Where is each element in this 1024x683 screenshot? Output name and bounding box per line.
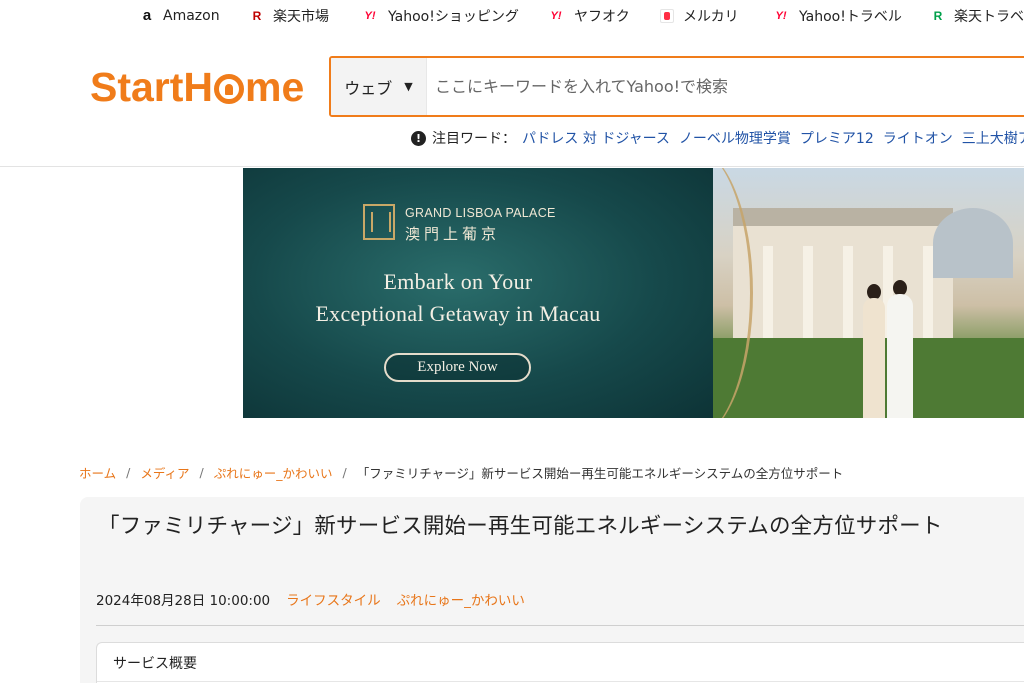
- trending-word[interactable]: ライトオン: [883, 128, 953, 148]
- banner-ad[interactable]: GRAND LISBOA PALACE 澳門上葡京 Embark on Your…: [243, 168, 1024, 418]
- shortcut-label: Amazon: [163, 8, 220, 24]
- article-divider: [96, 625, 1024, 626]
- shortcut-rakuten-travel[interactable]: R 楽天トラベル: [931, 6, 1024, 26]
- keyhole-icon: [214, 74, 245, 104]
- ad-gold-arc: [633, 168, 753, 418]
- header-divider: [0, 166, 1024, 167]
- search-input[interactable]: [427, 58, 1024, 115]
- shortcut-yahuoku[interactable]: Y! ヤフオク: [547, 6, 630, 26]
- breadcrumb-author[interactable]: ぷれにゅー_かわいい: [214, 463, 333, 482]
- logo-text-start: StartH: [90, 64, 214, 110]
- breadcrumb-current: 「ファミリチャージ」新サービス開始ー再生可能エネルギーシステムの全方位サポート: [356, 465, 844, 481]
- starthome-logo[interactable]: StartH me: [90, 64, 304, 110]
- shortcut-label: Yahoo!トラベル: [799, 9, 902, 25]
- mercari-icon: [660, 9, 674, 23]
- search-scope-select[interactable]: ウェブ ▼: [331, 58, 427, 115]
- ad-dome-image: [933, 208, 1013, 278]
- grand-lisboa-logo-icon: [363, 204, 395, 240]
- breadcrumb-separator: /: [126, 464, 131, 480]
- breadcrumb-media[interactable]: メディア: [140, 463, 189, 482]
- shortcut-amazon[interactable]: a Amazon: [140, 6, 220, 26]
- search-box: ウェブ ▼: [329, 56, 1024, 117]
- article-author-link[interactable]: ぷれにゅー_かわいい: [397, 589, 525, 609]
- ad-brand-name: GRAND LISBOA PALACE: [405, 206, 556, 220]
- shortcut-label: 楽天トラベル: [954, 9, 1024, 25]
- article-card: 「ファミリチャージ」新サービス開始ー再生可能エネルギーシステムの全方位サポート …: [80, 497, 1024, 683]
- rakuten-travel-icon: R: [933, 9, 943, 23]
- trending-word[interactable]: プレミア12: [800, 128, 874, 148]
- article-title: 「ファミリチャージ」新サービス開始ー再生可能エネルギーシステムの全方位サポート: [98, 514, 943, 539]
- yahoo-icon: Y!: [364, 10, 376, 22]
- shortcut-label: Yahoo!ショッピング: [388, 9, 519, 25]
- amazon-icon: a: [142, 7, 152, 24]
- chevron-down-icon: ▼: [404, 80, 413, 93]
- trending-word[interactable]: 三上大樹アナ: [962, 128, 1024, 148]
- breadcrumb-home[interactable]: ホーム: [79, 463, 116, 482]
- shortcut-bar: a Amazon R 楽天市場 Y! Yahoo!ショッピング Y! ヤフオク …: [0, 0, 1024, 34]
- breadcrumb: ホーム / メディア / ぷれにゅー_かわいい / 「ファミリチャージ」新サービ…: [79, 462, 843, 482]
- search-scope-label: ウェブ: [344, 78, 393, 98]
- toc-divider: [97, 681, 1024, 682]
- trending-label: 注目ワード：: [432, 131, 516, 147]
- ad-palace-image: [733, 208, 953, 356]
- article-date: 2024年08月28日 10:00:00: [96, 593, 271, 609]
- ad-explore-button[interactable]: Explore Now: [384, 353, 531, 382]
- ad-couple-image: [863, 280, 918, 418]
- trending-word[interactable]: パドレス 対 ドジャース: [522, 128, 670, 148]
- yahoo-icon: Y!: [775, 10, 787, 22]
- trending-word[interactable]: ノーベル物理学賞: [679, 128, 791, 148]
- article-category-link[interactable]: ライフスタイル: [286, 589, 381, 609]
- rakuten-icon: R: [252, 9, 262, 23]
- toc-title: サービス概要: [113, 656, 197, 672]
- shortcut-mercari[interactable]: メルカリ: [660, 6, 739, 26]
- shortcut-label: メルカリ: [683, 9, 739, 25]
- ad-brand-cn: 澳門上葡京: [405, 225, 501, 243]
- logo-text-end: me: [245, 64, 305, 110]
- shortcut-yahoo-shopping[interactable]: Y! Yahoo!ショッピング: [361, 6, 519, 26]
- shortcut-rakuten-ichiba[interactable]: R 楽天市場: [250, 6, 329, 26]
- article-meta: 2024年08月28日 10:00:00 ライフスタイル ぷれにゅー_かわいい: [96, 589, 541, 609]
- shortcut-label: ヤフオク: [574, 9, 630, 25]
- breadcrumb-separator: /: [342, 464, 347, 480]
- yahoo-icon: Y!: [550, 10, 562, 22]
- breadcrumb-separator: /: [199, 464, 204, 480]
- table-of-contents: サービス概要: [96, 642, 1024, 683]
- ad-headline-line1: Embark on Your: [383, 269, 533, 294]
- shortcut-yahoo-travel[interactable]: Y! Yahoo!トラベル: [772, 6, 902, 26]
- trending-words: ! 注目ワード： パドレス 対 ドジャース ノーベル物理学賞 プレミア12 ライ…: [411, 128, 1024, 148]
- exclamation-icon: !: [411, 130, 426, 146]
- shortcut-label: 楽天市場: [273, 9, 329, 25]
- ad-headline-line2: Exceptional Getaway in Macau: [315, 301, 601, 326]
- ad-headline: Embark on Your Exceptional Getaway in Ma…: [283, 266, 633, 330]
